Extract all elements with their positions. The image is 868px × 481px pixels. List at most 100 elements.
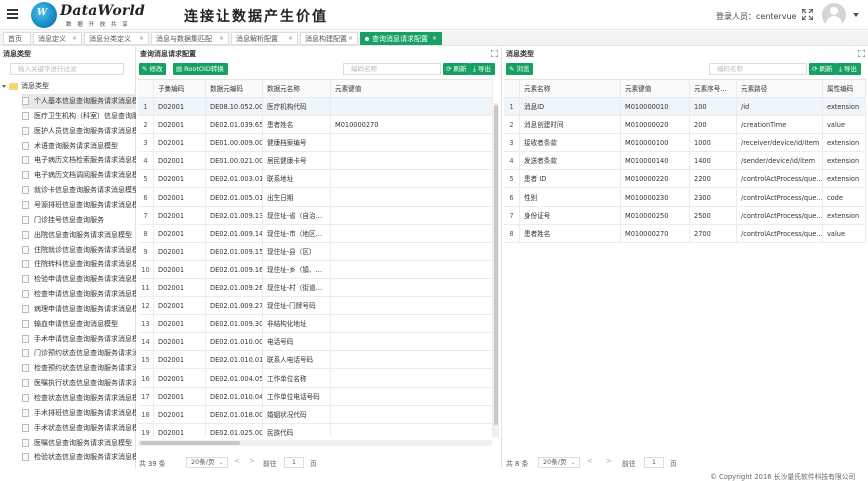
table-row[interactable]: 8 患者姓名 M010000270 2700/controlActProcess/qu… (504, 224, 866, 243)
table-row[interactable]: 6 性别 M010000230 2300/controlActProcess/que…… (504, 188, 866, 207)
table-row[interactable]: 8 D02001 DE02.01.009.14 现住址-市（地区… (138, 224, 493, 243)
tab-1[interactable]: 消息定义 × (33, 32, 82, 45)
page-number-input[interactable]: 1 (644, 457, 664, 468)
tree-item[interactable]: 医嘱信息查询服务请求消息模型 (22, 436, 136, 451)
table-row[interactable]: 4 D02001 DE01.00.021.00 居民健康卡号 (138, 152, 493, 171)
tree-item[interactable]: 检验申请信息查询服务请求消息模型 (22, 272, 136, 287)
next-page-icon[interactable]: > (249, 457, 255, 465)
tree-item[interactable]: 术语查询服务请求消息模型 (22, 139, 136, 154)
browse-button[interactable]: ✎ 浏览 (506, 63, 534, 75)
scrollbar-thumb[interactable] (494, 105, 498, 425)
code-name-search-input[interactable]: 编码名称 (343, 63, 441, 75)
column-header[interactable]: 属性编码 (823, 80, 866, 98)
table-row[interactable]: 17 D02001 DE02.01.010.04 工作单位电话号码 (138, 387, 493, 406)
scrollbar-thumb[interactable] (140, 441, 240, 445)
avatar[interactable] (822, 3, 846, 27)
tree-root[interactable]: 消息类型 (2, 81, 49, 91)
close-icon[interactable]: × (219, 33, 224, 45)
page-size-select[interactable]: 20条/页 ⌄ (186, 457, 228, 468)
refresh-button[interactable]: ⟳ 刷新 (809, 63, 837, 75)
fullscreen-icon[interactable] (802, 9, 813, 20)
close-icon[interactable]: × (288, 33, 293, 45)
tree-item[interactable]: 门诊预约状态信息查询服务请求消息模型 (22, 346, 136, 361)
tree-item[interactable]: 医嘱执行状态信息查询服务请求消息模型 (22, 376, 136, 391)
close-icon[interactable]: × (139, 33, 144, 45)
tree-item[interactable]: 电子病历文档检索服务请求消息模型 (22, 153, 136, 168)
next-page-icon[interactable]: > (606, 457, 612, 465)
table-row[interactable]: 19 D02001 DE02.01.025.00 民族代码 (138, 423, 493, 437)
tree-item[interactable]: 住院就诊信息查询服务请求消息模型 (22, 243, 136, 258)
close-icon[interactable]: × (432, 33, 437, 45)
table-row[interactable]: 6 D02001 DE02.01.005.01 出生日期 (138, 188, 493, 207)
table-row[interactable]: 15 D02001 DE02.01.010.01 联系人电话号码 (138, 351, 493, 370)
tab-6[interactable]: 查询消息请求配置 × (360, 32, 442, 45)
tree-item[interactable]: 就诊卡信息查询服务请求消息模型 (22, 183, 136, 198)
chevron-down-icon[interactable] (853, 13, 859, 17)
tab-2[interactable]: 消息分类定义 × (84, 32, 149, 45)
export-button[interactable]: ⤓ 导出 (470, 63, 495, 75)
table-row[interactable]: 4 发送者条款 M010000140 1400/sender/device/id/it… (504, 152, 866, 171)
tree-item[interactable]: 住院转科信息查询服务请求消息模型 (22, 257, 136, 272)
code-name-search-input[interactable]: 编码名称 (709, 63, 807, 75)
prev-page-icon[interactable]: < (587, 457, 593, 465)
table-row[interactable]: 2 消息创建时间 M010000020 200/creationTime value (504, 116, 866, 135)
tree-item[interactable]: 检查状态信息查询服务请求消息模型 (22, 391, 136, 406)
table-row[interactable]: 10 D02001 DE02.01.009.16 现住址-乡（镇、… (138, 260, 493, 279)
table-row[interactable]: 9 D02001 DE02.01.009.15 现住址-县（区） (138, 242, 493, 261)
table-row[interactable]: 5 D02001 DE02.01.003.01 联系地址 (138, 170, 493, 189)
column-header[interactable] (138, 80, 154, 98)
column-header[interactable]: 元素键值 (621, 80, 690, 98)
tree-item[interactable]: 检查申请信息查询服务请求消息模型 (22, 287, 136, 302)
tree-filter-input[interactable]: 输入关键字进行过滤 (10, 63, 124, 75)
page-number-input[interactable]: 1 (284, 457, 304, 468)
column-header[interactable]: 子集编码 (154, 80, 206, 98)
expand-icon[interactable] (491, 50, 498, 57)
table-row[interactable]: 5 患者 ID M010000220 2200/controlActProcess/q… (504, 170, 866, 189)
refresh-button[interactable]: ⟳ 刷新 (443, 63, 471, 75)
tree-item[interactable]: 手术申请信息查询服务请求消息模型 (22, 332, 136, 347)
table-row[interactable]: 1 消息ID M010000010 100/id extension (504, 98, 866, 117)
close-icon[interactable]: × (348, 33, 353, 45)
tree-item[interactable]: 手术排班信息查询服务请求消息模型 (22, 406, 136, 421)
tab-3[interactable]: 消息与数据集匹配 × (151, 32, 229, 45)
table-row[interactable]: 7 身份证号 M010000250 2500/controlActProcess/qu… (504, 206, 866, 225)
tree-item[interactable]: 电子病历文档调阅服务请求消息模型 (22, 168, 136, 183)
tree-item[interactable]: 医疗卫生机构（科室）信息查询服务 (22, 109, 136, 124)
column-header[interactable]: 元素路径 (737, 80, 823, 98)
tree-item[interactable]: 手术状态信息查询服务请求消息模型 (22, 421, 136, 436)
column-header[interactable]: 元素名称 (520, 80, 621, 98)
table-row[interactable]: 2 D02001 DE02.01.039.65 患者姓名 M010000270 (138, 116, 493, 135)
expand-icon[interactable] (858, 50, 865, 57)
table-row[interactable]: 11 D02001 DE02.01.009.26 现住址-村（街道… (138, 279, 493, 298)
export-button[interactable]: ⤓ 导出 (836, 63, 861, 75)
vertical-scrollbar[interactable] (493, 103, 499, 437)
edit-button[interactable]: ✎ 修改 (139, 63, 167, 75)
tree-item[interactable]: 检查预约状态信息查询服务请求消息模型 (22, 361, 136, 376)
tree-item[interactable]: 输血申请信息查询消息模型 (22, 317, 136, 332)
close-icon[interactable]: × (72, 33, 77, 45)
tree-item[interactable]: 病理申请信息查询服务请求消息模型 (22, 302, 136, 317)
menu-toggle-icon[interactable] (7, 9, 18, 19)
column-header[interactable] (504, 80, 520, 98)
column-header[interactable]: 数据元名称 (263, 80, 331, 98)
column-header[interactable]: 数据元编码 (206, 80, 263, 98)
tree-item[interactable]: 出院信息查询服务请求消息模型 (22, 228, 136, 243)
tree-item[interactable]: 医护人员信息查询服务请求消息模型 (22, 124, 136, 139)
tree-item[interactable]: 个人基本信息查询服务请求消息模型 (22, 94, 136, 109)
column-header[interactable]: 元素键值 (331, 80, 493, 98)
tab-0[interactable]: 首页 (3, 32, 31, 45)
tree-item[interactable]: 号源排班信息查询服务请求消息模型 (22, 198, 136, 213)
table-row[interactable]: 13 D02001 DE02.01.009.30 非结构化地址 (138, 315, 493, 334)
column-header[interactable]: 元素序号… (690, 80, 737, 98)
prev-page-icon[interactable]: < (234, 457, 240, 465)
horizontal-scrollbar[interactable] (138, 440, 492, 446)
table-row[interactable]: 3 接收者条款 M010000100 1000/receiver/device/id/… (504, 134, 866, 153)
table-row[interactable]: 7 D02001 DE02.01.009.13 现住址-省（自治… (138, 206, 493, 225)
table-row[interactable]: 18 D02001 DE02.01.018.00 婚姻状况代码 (138, 405, 493, 424)
rootoid-convert-button[interactable]: ▤ RootOID转换 (173, 63, 228, 75)
table-row[interactable]: 16 D02001 DE02.01.004.05 工作单位名称 (138, 369, 493, 388)
tab-4[interactable]: 消息解析配置 × (231, 32, 298, 45)
tree-item[interactable]: 门诊挂号信息查询服务 (22, 213, 136, 228)
tree-item[interactable]: 检验状态信息查询服务请求消息模型 (22, 450, 136, 465)
table-row[interactable]: 1 D02001 DE08.10.052.00 医疗机构代码 (138, 98, 493, 117)
